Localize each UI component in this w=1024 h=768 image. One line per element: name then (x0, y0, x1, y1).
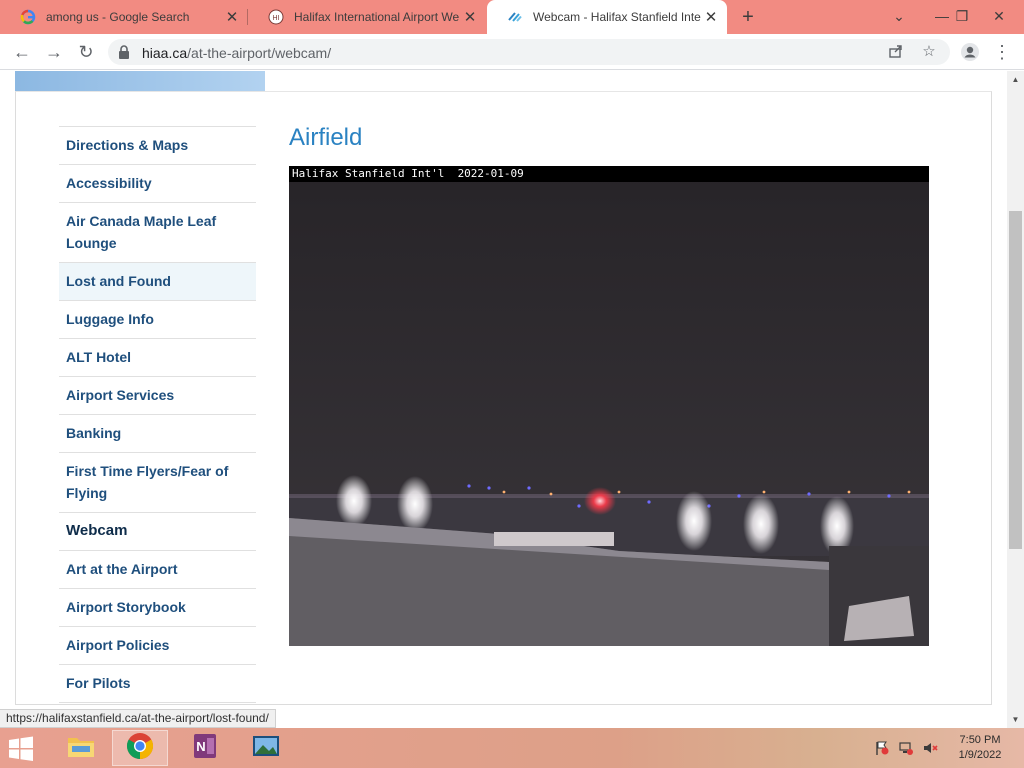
page-title: Airfield (289, 124, 363, 151)
sidebar-item-alt-hotel[interactable]: ALT Hotel (59, 339, 256, 377)
browser-toolbar: ← → ↻ hiaa.ca/at-the-airport/webcam/ ☆ ⋮ (0, 34, 1024, 70)
svg-text:N: N (196, 739, 205, 754)
onenote-icon: N (191, 732, 219, 765)
sidebar-item-maple-leaf-lounge[interactable]: Air Canada Maple Leaf Lounge (59, 203, 256, 263)
webcam-image: Halifax Stanfield Int'l 2022-01-09 (289, 166, 929, 646)
sidebar-item-for-pilots[interactable]: For Pilots (59, 665, 256, 703)
new-tab-button[interactable]: + (736, 6, 760, 28)
page-scrollbar[interactable]: ▲ ▼ (1007, 71, 1024, 728)
close-tab-icon[interactable]: ✕ (701, 8, 721, 26)
page-viewport: Directions & Maps Accessibility Air Cana… (0, 71, 1007, 728)
photos-icon (251, 733, 281, 764)
forward-button[interactable]: → (42, 40, 66, 64)
tab-search-button[interactable]: ⌄ (882, 0, 916, 34)
sidebar-nav: Directions & Maps Accessibility Air Cana… (59, 126, 256, 703)
window-close-button[interactable]: ✕ (982, 0, 1016, 34)
folder-icon (66, 733, 96, 764)
tab-title: Halifax International Airport Web (294, 10, 460, 24)
tab-title: Webcam - Halifax Stanfield Intern (533, 10, 701, 24)
webcam-caption: Halifax Stanfield Int'l 2022-01-09 (292, 167, 524, 180)
tab-google-search[interactable]: among us - Google Search ✕ (0, 0, 248, 34)
sidebar-item-first-time-flyers[interactable]: First Time Flyers/Fear of Flying (59, 453, 256, 513)
back-button[interactable]: ← (10, 40, 34, 64)
link-status-bubble: https://halifaxstanfield.ca/at-the-airpo… (0, 709, 276, 728)
close-tab-icon[interactable]: ✕ (222, 8, 242, 26)
share-icon[interactable] (887, 43, 905, 61)
taskbar-photos[interactable] (238, 730, 294, 766)
sidebar-item-accessibility[interactable]: Accessibility (59, 165, 256, 203)
chrome-icon (126, 732, 154, 765)
sidebar-item-airport-services[interactable]: Airport Services (59, 377, 256, 415)
tab-halifax-airport[interactable]: HI Halifax International Airport Web ✕ (248, 0, 486, 34)
sidebar-item-luggage-info[interactable]: Luggage Info (59, 301, 256, 339)
windows-taskbar: N 7:50 PM 1/9/2022 (0, 728, 1024, 768)
url-host: hiaa.ca (142, 45, 188, 61)
network-icon[interactable] (898, 740, 914, 756)
action-center-flag-icon[interactable] (874, 740, 890, 756)
clock-date: 1/9/2022 (958, 749, 1002, 761)
scroll-thumb[interactable] (1009, 211, 1022, 549)
svg-text:HI: HI (273, 15, 280, 22)
google-g-icon (20, 9, 36, 25)
restore-button[interactable]: ❐ (945, 0, 979, 34)
tab-title: among us - Google Search (46, 10, 190, 24)
sidebar-item-webcam[interactable]: Webcam (59, 513, 256, 551)
browser-menu-icon[interactable]: ⋮ (990, 40, 1014, 64)
hiaa-wave-icon (507, 9, 523, 25)
header-banner-image (15, 71, 265, 91)
bookmark-star-icon[interactable]: ☆ (920, 43, 938, 61)
tab-strip: among us - Google Search ✕ HI Halifax In… (0, 0, 1024, 34)
sidebar-item-lost-and-found[interactable]: Lost and Found (59, 263, 256, 301)
volume-muted-icon[interactable] (922, 740, 938, 756)
profile-icon[interactable] (958, 40, 982, 64)
taskbar-chrome[interactable] (112, 730, 168, 766)
clock-time: 7:50 PM (959, 734, 1001, 746)
sidebar-item-art-at-the-airport[interactable]: Art at the Airport (59, 551, 256, 589)
sidebar-item-airport-storybook[interactable]: Airport Storybook (59, 589, 256, 627)
tab-webcam[interactable]: Webcam - Halifax Stanfield Intern ✕ (487, 0, 727, 34)
sidebar-item-airport-policies[interactable]: Airport Policies (59, 627, 256, 665)
sidebar-item-directions-maps[interactable]: Directions & Maps (59, 127, 256, 165)
reload-button[interactable]: ↻ (74, 40, 98, 64)
taskbar-file-explorer[interactable] (53, 730, 109, 766)
url-path: /at-the-airport/webcam/ (187, 45, 332, 61)
webcam-caption-bar: Halifax Stanfield Int'l 2022-01-09 (289, 166, 929, 182)
windows-start-icon[interactable] (6, 736, 40, 762)
hiaa-logo-icon: HI (268, 9, 284, 25)
address-bar[interactable]: hiaa.ca/at-the-airport/webcam/ ☆ (108, 39, 950, 65)
address-url: hiaa.ca/at-the-airport/webcam/ (142, 45, 331, 61)
scroll-down-arrow-icon[interactable]: ▼ (1007, 711, 1024, 728)
scroll-up-arrow-icon[interactable]: ▲ (1007, 71, 1024, 88)
lock-icon[interactable] (118, 44, 130, 65)
sidebar-item-banking[interactable]: Banking (59, 415, 256, 453)
taskbar-onenote[interactable]: N (177, 730, 233, 766)
close-tab-icon[interactable]: ✕ (460, 8, 480, 26)
webcam-scene (289, 166, 929, 646)
system-clock[interactable]: 7:50 PM 1/9/2022 (942, 733, 1018, 763)
